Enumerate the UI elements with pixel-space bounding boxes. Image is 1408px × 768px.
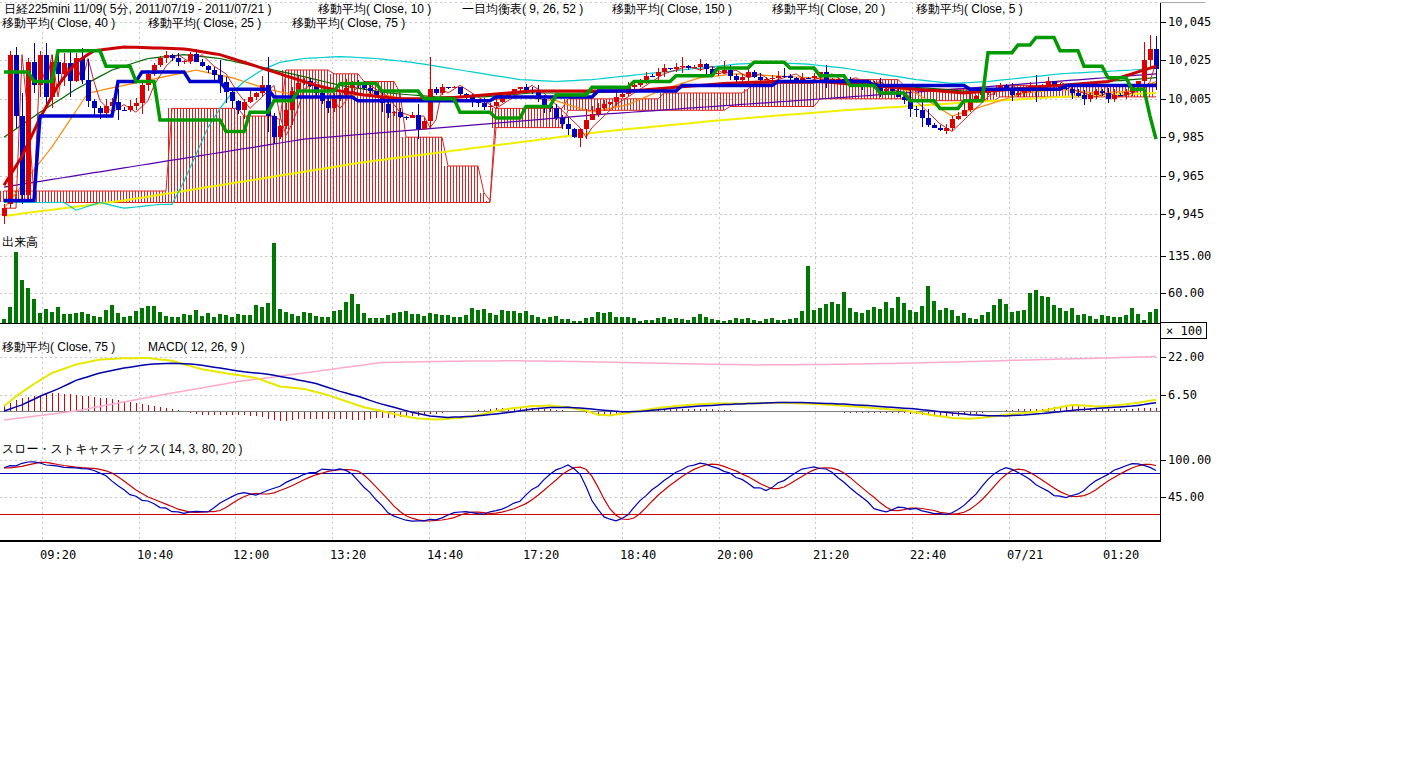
- indicator-label-ma10: 移動平均( Close, 10 ): [318, 3, 431, 15]
- time-axis-label: 10:40: [137, 549, 173, 561]
- volume-axis-label: 60.00: [1168, 287, 1204, 299]
- chart-title: 日経225mini 11/09( 5分, 2011/07/19 - 2011/0…: [4, 3, 272, 15]
- macd-axis-label: 22.00: [1168, 351, 1204, 363]
- price-axis-label: 9,985: [1168, 131, 1204, 143]
- time-axis-label: 13:20: [330, 549, 366, 561]
- macd-panel-label: MACD( 12, 26, 9 ): [148, 341, 245, 353]
- indicator-label-ma75: 移動平均( Close, 75 ): [292, 17, 405, 29]
- macd-ma75-label: 移動平均( Close, 75 ): [2, 341, 115, 353]
- indicator-label-ma40: 移動平均( Close, 40 ): [2, 17, 115, 29]
- time-axis-label: 14:40: [427, 549, 463, 561]
- price-axis-label: 10,025: [1168, 54, 1211, 66]
- chart-window: 日経225mini 11/09( 5分, 2011/07/19 - 2011/0…: [0, 0, 1408, 768]
- volume-multiplier-badge: × 100: [1166, 325, 1202, 337]
- stoch-axis-label: 100.00: [1168, 454, 1211, 466]
- price-axis-label: 9,945: [1168, 208, 1204, 220]
- time-axis-label: 17:20: [523, 549, 559, 561]
- indicator-label-ma150: 移動平均( Close, 150 ): [612, 3, 732, 15]
- volume-axis-label: 135.00: [1168, 250, 1211, 262]
- time-axis-label: 12:00: [233, 549, 269, 561]
- volume-panel-label: 出来高: [2, 236, 38, 248]
- indicator-label-ma5: 移動平均( Close, 5 ): [916, 3, 1023, 15]
- time-axis-label: 20:00: [717, 549, 753, 561]
- stochastics-panel-label: スロー・ストキャスティクス( 14, 3, 80, 20 ): [2, 443, 242, 455]
- time-axis-label: 01:20: [1103, 549, 1139, 561]
- price-axis-label: 10,045: [1168, 16, 1211, 28]
- time-axis-label: 21:20: [813, 549, 849, 561]
- price-axis-label: 9,965: [1168, 170, 1204, 182]
- time-axis-label: 07/21: [1007, 549, 1043, 561]
- indicator-label-ma20: 移動平均( Close, 20 ): [772, 3, 885, 15]
- time-axis-label: 22:40: [910, 549, 946, 561]
- time-axis-label: 09:20: [40, 549, 76, 561]
- indicator-label-ichimoku: 一目均衡表( 9, 26, 52 ): [462, 3, 583, 15]
- indicator-label-ma25: 移動平均( Close, 25 ): [148, 17, 261, 29]
- stoch-axis-label: 45.00: [1168, 491, 1204, 503]
- time-axis-label: 18:40: [620, 549, 656, 561]
- chart-canvas[interactable]: [0, 0, 1408, 768]
- price-axis-label: 10,005: [1168, 93, 1211, 105]
- macd-axis-label: 6.50: [1168, 389, 1197, 401]
